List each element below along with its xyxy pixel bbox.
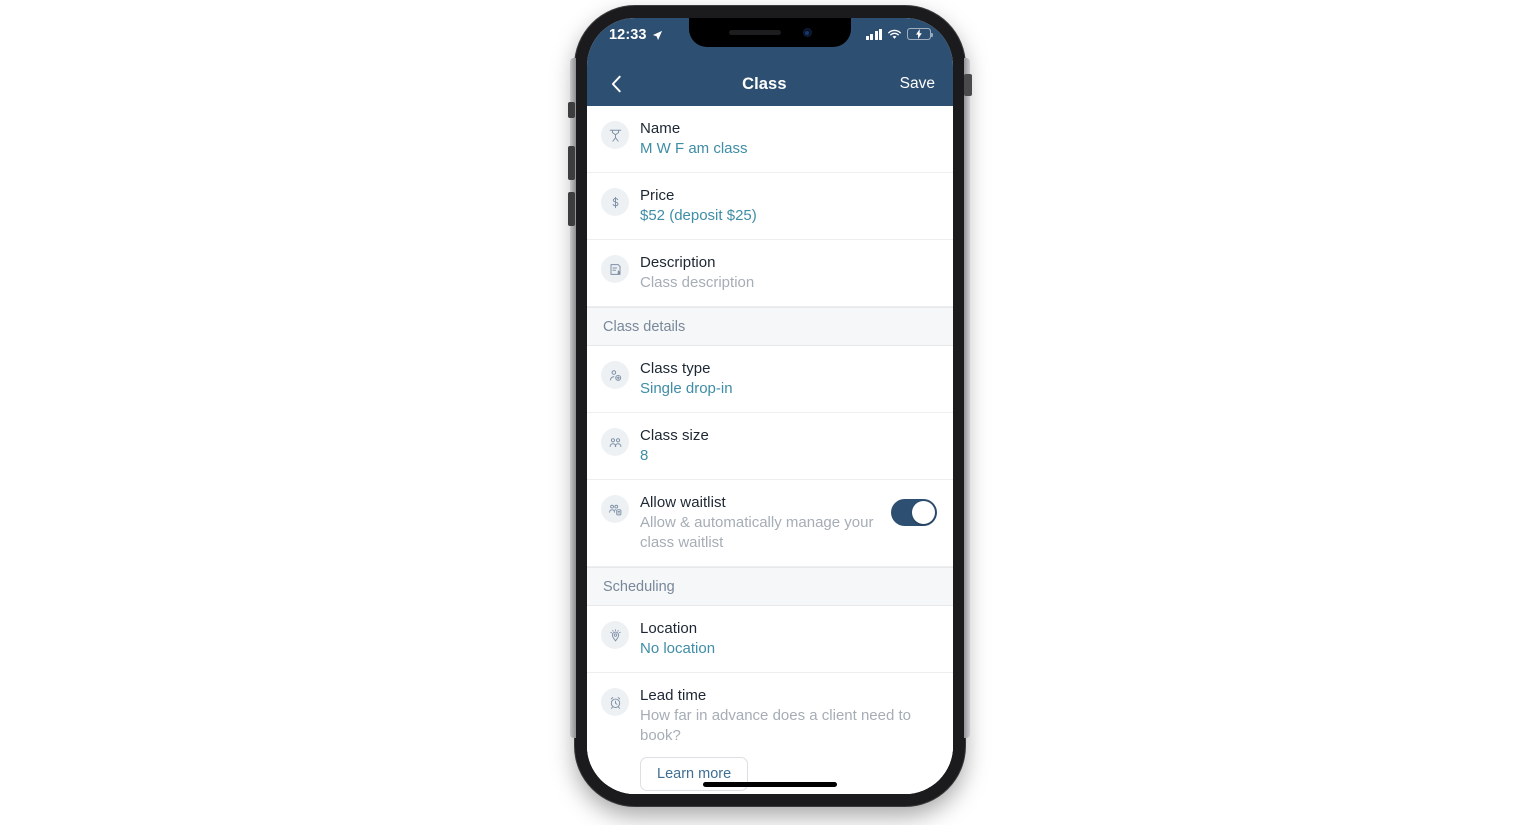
row-value: 8 xyxy=(640,447,649,464)
row-class-size[interactable]: Class size 8 xyxy=(587,413,953,480)
row-allow-waitlist[interactable]: Allow waitlist Allow & automatically man… xyxy=(587,480,953,567)
volume-up-button[interactable] xyxy=(568,146,575,180)
save-button[interactable]: Save xyxy=(900,75,935,93)
note-icon xyxy=(601,255,629,283)
toggle-knob xyxy=(912,501,935,524)
row-label: Allow waitlist xyxy=(640,494,726,511)
alarm-clock-icon xyxy=(601,688,629,716)
silent-switch[interactable] xyxy=(568,102,575,118)
row-location-body: Location No location xyxy=(640,619,937,659)
people-list-icon xyxy=(601,495,629,523)
allow-waitlist-toggle[interactable] xyxy=(891,499,937,526)
battery-charging-icon xyxy=(907,28,934,40)
row-subtitle: How far in advance does a client need to… xyxy=(640,707,912,744)
row-value: M W F am class xyxy=(640,140,748,157)
row-placeholder: Class description xyxy=(640,274,755,291)
row-description[interactable]: Description Class description xyxy=(587,240,953,307)
row-value: Single drop-in xyxy=(640,380,733,397)
row-label: Name xyxy=(640,120,681,137)
status-bar-time: 12:33 xyxy=(609,27,647,43)
status-bar: 12:33 xyxy=(587,18,953,62)
class-banner-icon xyxy=(601,121,629,149)
section-header-scheduling: Scheduling xyxy=(587,567,953,606)
row-class-type[interactable]: Class type Single drop-in xyxy=(587,346,953,413)
location-arrow-icon xyxy=(652,30,663,41)
row-location[interactable]: Location No location xyxy=(587,606,953,673)
row-label: Location xyxy=(640,620,698,637)
front-camera xyxy=(802,28,812,37)
row-price[interactable]: Price $52 (deposit $25) xyxy=(587,173,953,240)
row-label: Description xyxy=(640,254,716,271)
row-name[interactable]: Name M W F am class xyxy=(587,106,953,173)
row-label: Class type xyxy=(640,360,711,377)
row-subtitle: Allow & automatically manage your class … xyxy=(640,514,874,551)
people-icon xyxy=(601,428,629,456)
settings-list[interactable]: Name M W F am class Price $52 (deposit $… xyxy=(587,106,953,794)
row-value: No location xyxy=(640,640,716,657)
person-plus-icon xyxy=(601,361,629,389)
row-lead-time[interactable]: Lead time How far in advance does a clie… xyxy=(587,673,953,794)
status-bar-left: 12:33 xyxy=(609,27,663,43)
dollar-icon xyxy=(601,188,629,216)
row-class-type-body: Class type Single drop-in xyxy=(640,359,937,399)
page-title: Class xyxy=(742,74,787,93)
chevron-left-icon xyxy=(611,75,621,93)
screenshot-canvas: 12:33 Class Save Name M W F am class Pri… xyxy=(0,0,1536,825)
section-header-class-details: Class details xyxy=(587,307,953,346)
row-lead-time-body: Lead time How far in advance does a clie… xyxy=(640,686,937,791)
row-label: Class size xyxy=(640,427,709,444)
location-pin-icon xyxy=(601,621,629,649)
navigation-bar: Class Save xyxy=(587,62,953,106)
earpiece-speaker xyxy=(728,30,781,35)
power-button[interactable] xyxy=(964,74,972,96)
status-bar-right xyxy=(865,27,934,40)
row-class-size-body: Class size 8 xyxy=(640,426,937,466)
row-allow-waitlist-body: Allow waitlist Allow & automatically man… xyxy=(640,493,880,553)
row-description-body: Description Class description xyxy=(640,253,937,293)
row-label: Price xyxy=(640,187,675,204)
wifi-icon xyxy=(887,29,902,40)
display-notch xyxy=(689,18,851,47)
phone-screen: 12:33 Class Save Name M W F am class Pri… xyxy=(587,18,953,794)
back-button[interactable] xyxy=(605,72,629,96)
cellular-signal-icon xyxy=(865,28,882,40)
row-name-body: Name M W F am class xyxy=(640,119,937,159)
row-value: $52 (deposit $25) xyxy=(640,207,757,224)
row-label: Lead time xyxy=(640,687,707,704)
phone-right-edge xyxy=(964,58,970,738)
volume-down-button[interactable] xyxy=(568,192,575,226)
home-indicator[interactable] xyxy=(703,782,837,787)
row-price-body: Price $52 (deposit $25) xyxy=(640,186,937,226)
phone-frame: 12:33 Class Save Name M W F am class Pri… xyxy=(568,6,972,806)
